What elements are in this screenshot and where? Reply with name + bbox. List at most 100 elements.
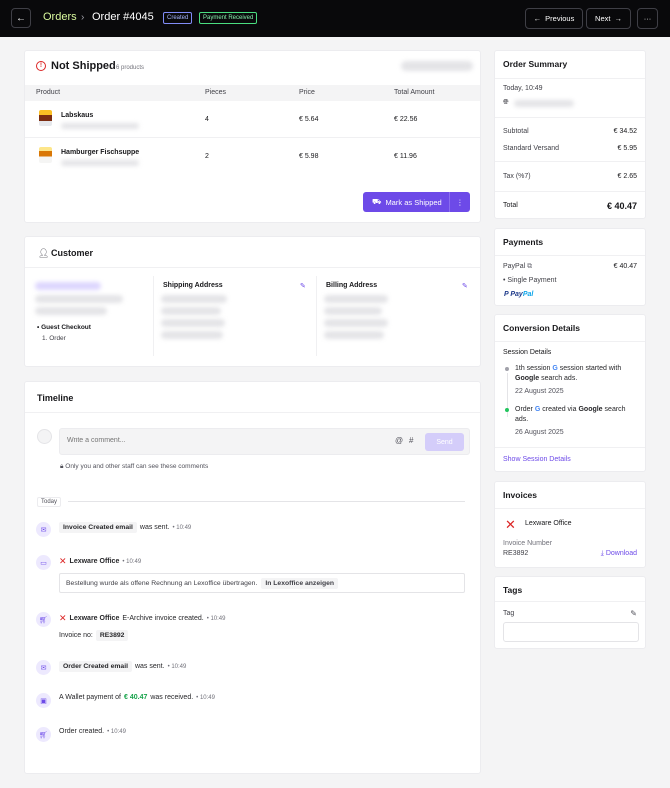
session-2-date: 26 August 2025	[515, 429, 564, 436]
tags-card: Tags Tag ✎	[494, 576, 646, 649]
lexoffice-link[interactable]: In Lexoffice anzeigen	[261, 577, 339, 589]
guest-checkout-label: • Guest Checkout	[37, 324, 91, 331]
lexware-logo-icon: ✕	[59, 613, 67, 623]
redacted-customer-email	[35, 295, 123, 303]
previous-label: Previous	[545, 14, 575, 23]
copy-icon[interactable]: ⧉	[527, 263, 532, 270]
divider	[495, 161, 645, 162]
alert-circle-icon: !	[36, 61, 46, 71]
event-time-value: 10:49	[110, 728, 126, 735]
send-button[interactable]: Send	[425, 433, 464, 451]
event-time: • 10:49	[172, 524, 192, 531]
more-options-button[interactable]: ···	[637, 8, 658, 29]
payments-card: Payments PayPal ⧉ € 40.47 • Single Payme…	[494, 228, 646, 306]
show-session-details-link[interactable]: Show Session Details	[503, 456, 571, 463]
event-text: was sent.	[134, 663, 165, 670]
tags-title: Tags	[503, 585, 523, 595]
invoice-no-chip[interactable]: RE3892	[95, 630, 129, 641]
product-image	[39, 147, 52, 163]
arrow-right-icon: →	[614, 14, 622, 23]
email-chip[interactable]: Order Created email	[59, 661, 132, 672]
product-name[interactable]: Hamburger Fischsuppe	[61, 149, 139, 156]
payment-amount: € 40.47	[613, 263, 637, 270]
timeline-event: ✕ Lexware Office • 10:49	[59, 556, 141, 567]
event-text: E-Archive invoice created.	[122, 615, 204, 622]
download-label: Download	[605, 550, 637, 557]
event-time: • 10:49	[107, 728, 126, 735]
divider	[153, 276, 154, 356]
divider	[495, 508, 645, 509]
timeline-card: Timeline @ # Send 🔒︎ Only you and other …	[24, 381, 481, 774]
email-chip[interactable]: Invoice Created email	[59, 522, 137, 533]
tax-value: € 2.65	[617, 173, 637, 180]
today-divider-label: Today	[37, 497, 62, 507]
divider	[316, 276, 317, 356]
hashtag-icon[interactable]: #	[409, 436, 413, 445]
payments-title: Payments	[503, 237, 544, 247]
redacted-shipping-line	[161, 295, 227, 303]
divider	[495, 255, 645, 256]
session-1-post: session started with	[559, 365, 622, 372]
invoice-no-label: Invoice no:	[59, 632, 93, 639]
message-icon: ▭	[36, 555, 51, 570]
edit-shipping-icon[interactable]: ✎	[300, 282, 306, 290]
ship-options-button[interactable]: ⋮	[450, 198, 470, 207]
event-source: Lexware Office	[69, 558, 120, 565]
subtotal-label: Subtotal	[503, 128, 529, 135]
next-button[interactable]: Next →	[586, 8, 631, 29]
product-image	[39, 110, 52, 126]
col-price: Price	[299, 89, 315, 96]
tag-label: Tag	[503, 610, 515, 617]
invoice-number: RE3892	[503, 550, 529, 557]
status-badge-payment: Payment Received	[199, 12, 258, 24]
redacted-info	[401, 61, 473, 71]
paypal-logo: P PayPal	[504, 291, 533, 298]
edit-billing-icon[interactable]: ✎	[462, 282, 468, 290]
session-2-text: Order G created via Google search ads.	[515, 405, 639, 425]
invoice-number-label: Invoice Number	[503, 540, 553, 547]
redacted-billing-line	[324, 331, 384, 339]
more-vertical-icon: ⋮	[456, 197, 464, 207]
staff-note-text: Only you and other staff can see these c…	[65, 463, 209, 470]
cart-icon: 🛒︎	[36, 612, 51, 627]
download-button[interactable]: ⤓ Download	[601, 550, 637, 558]
divider	[68, 501, 465, 502]
col-total: Total Amount	[394, 89, 435, 96]
cart-icon: 🛒︎	[36, 727, 51, 742]
redacted-billing-line	[324, 295, 388, 303]
pencil-icon[interactable]: ✎	[630, 609, 637, 618]
chevron-right-icon: ›	[81, 12, 85, 23]
page-title: Order #4045	[92, 11, 154, 23]
table-header: Product Pieces Price Total Amount	[25, 85, 480, 101]
event-text: was sent.	[139, 524, 170, 531]
tag-input[interactable]	[503, 622, 639, 642]
event-time: • 10:49	[122, 558, 142, 565]
table-row[interactable]: Labskaus 4 € 5.64 € 22.56	[25, 102, 480, 138]
comment-input[interactable]	[67, 437, 367, 444]
shipping-label: Standard Versand	[503, 145, 560, 152]
mark-as-shipped-label: Mark as Shipped	[385, 197, 442, 207]
mark-as-shipped-button[interactable]: ⛟ Mark as Shipped ⋮	[363, 192, 470, 212]
staff-note: 🔒︎ Only you and other staff can see thes…	[60, 463, 208, 471]
divider	[25, 267, 480, 268]
paypal-logo-text-a: Pay	[510, 291, 523, 298]
previous-button[interactable]: ← Previous	[525, 8, 583, 29]
product-name[interactable]: Labskaus	[61, 112, 93, 119]
table-row[interactable]: Hamburger Fischsuppe 2 € 5.98 € 11.96	[25, 139, 480, 175]
google-icon: G	[534, 406, 541, 413]
shipping-address-title: Shipping Address	[163, 282, 223, 289]
invoice-provider: Lexware Office	[525, 520, 572, 527]
back-button[interactable]: ←	[11, 8, 31, 28]
breadcrumb-orders[interactable]: Orders	[43, 11, 77, 23]
session-2-mid: created via	[542, 406, 577, 413]
payment-method: PayPal ⧉	[503, 263, 532, 271]
divider	[495, 191, 645, 192]
payment-amount: € 40.47	[124, 694, 148, 701]
redacted-customer-name	[35, 282, 101, 290]
payment-method-text: PayPal	[503, 263, 526, 270]
guest-checkout-text: Guest Checkout	[41, 324, 91, 331]
arrow-left-icon: ←	[16, 12, 26, 24]
mention-icon[interactable]: @	[395, 436, 403, 445]
session-1-pre: 1th session	[515, 365, 551, 372]
redacted-billing-line	[324, 319, 388, 327]
